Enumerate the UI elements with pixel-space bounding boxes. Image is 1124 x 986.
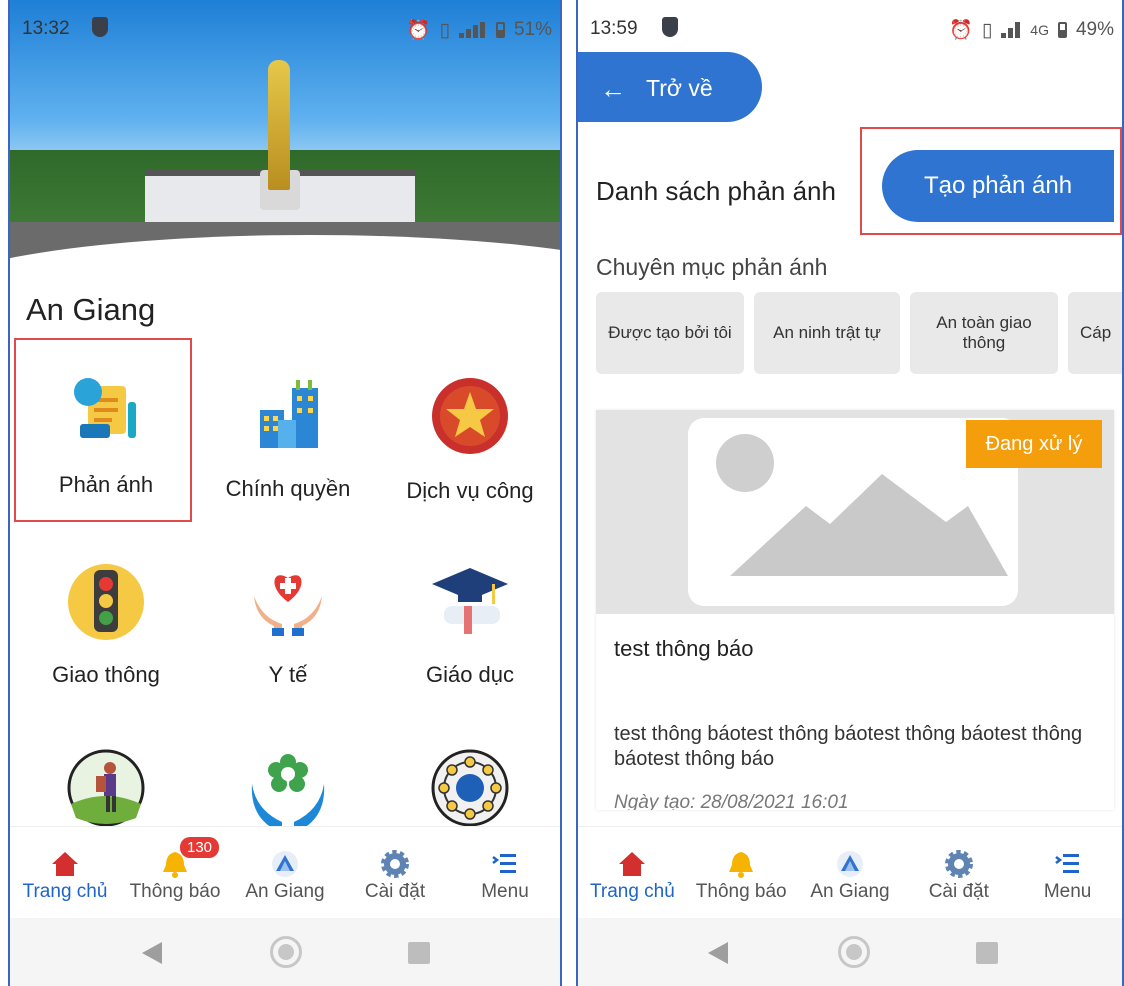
shield-icon	[92, 17, 108, 37]
globe-network-icon	[430, 748, 510, 828]
category-chip-traffic-safety[interactable]: An toàn giao thông	[910, 292, 1058, 374]
bottom-navigation: Trang chủ Thông báo An Giang Cài đặt Men…	[578, 826, 1122, 919]
grid-item-giao-duc[interactable]: Giáo dục	[378, 562, 560, 712]
monument-image	[268, 60, 290, 190]
system-navigation-bar	[10, 918, 560, 986]
nav-item-notifications[interactable]: Thông báo	[687, 827, 796, 919]
grid-item-dich-vu-cong[interactable]: Dịch vụ công	[378, 376, 560, 526]
section-title: An Giang	[26, 292, 156, 327]
system-recents-icon[interactable]	[976, 942, 998, 964]
gear-icon	[944, 849, 974, 879]
vibrate-icon: ▯	[439, 19, 450, 41]
signal-icon	[458, 22, 487, 38]
report-date: Ngày tạo: 28/08/2021 16:01	[614, 792, 849, 810]
phone-screen-report-list: 13:59 ⏰ ▯ 4G 49% ← Trở về Danh sách phản…	[576, 0, 1124, 986]
nav-item-settings[interactable]: Cài đặt	[904, 827, 1013, 919]
nav-label: Trang chủ	[22, 881, 108, 902]
back-button[interactable]: ← Trở về	[578, 52, 762, 122]
battery-percent: 49%	[1075, 19, 1114, 40]
vibrate-icon: ▯	[981, 19, 993, 41]
nav-label: Cài đặt	[928, 881, 989, 902]
grid-item-label: Y tế	[268, 662, 308, 687]
gear-icon	[380, 849, 410, 879]
nav-label: Menu	[1043, 881, 1092, 902]
battery-icon	[1057, 22, 1067, 38]
nav-label: Menu	[481, 881, 529, 902]
grid-item-label: Giáo dục	[425, 662, 515, 687]
grid-item-label: Giao thông	[52, 662, 160, 687]
signal-icon	[1001, 22, 1021, 38]
grid-item-giao-thong[interactable]: Giao thông	[14, 562, 198, 712]
system-back-icon[interactable]	[708, 942, 728, 964]
an-giang-logo-icon	[270, 849, 300, 879]
notification-badge: 130	[180, 837, 220, 858]
nav-item-settings[interactable]: Cài đặt	[340, 827, 450, 919]
nav-item-notifications[interactable]: 130 Thông báo	[120, 827, 230, 919]
category-chip-created-by-me[interactable]: Được tạo bởi tôi	[596, 292, 744, 374]
highlight-box-create-report	[860, 127, 1122, 235]
report-description: test thông báotest thông báotest thông b…	[614, 723, 1083, 770]
status-time: 13:59	[590, 18, 638, 39]
nav-item-home[interactable]: Trang chủ	[10, 827, 120, 919]
nav-label: An Giang	[810, 881, 890, 902]
status-bar: 13:32 ⏰ ▯ 51%	[10, 0, 560, 58]
grid-item-label: Chính quyền	[225, 476, 351, 501]
an-giang-logo-icon	[835, 849, 865, 879]
alarm-icon: ⏰	[406, 20, 431, 41]
system-back-icon[interactable]	[142, 942, 162, 964]
report-title: test thông báo	[614, 636, 754, 661]
arrow-left-icon: ←	[600, 74, 626, 104]
nav-label: An Giang	[245, 881, 325, 902]
nav-item-an-giang[interactable]: An Giang	[230, 827, 340, 919]
status-time: 13:32	[22, 18, 70, 39]
system-recents-icon[interactable]	[408, 942, 430, 964]
nav-item-menu[interactable]: Menu	[1013, 827, 1122, 919]
battery-icon	[495, 22, 505, 38]
tourism-hiker-icon	[66, 748, 146, 828]
page-title: Danh sách phản ánh	[596, 176, 836, 206]
bottom-navigation: Trang chủ 130 Thông báo An Giang Cài đặt…	[10, 826, 560, 919]
bell-icon	[726, 849, 756, 879]
category-chip-security[interactable]: An ninh trật tự	[754, 292, 900, 374]
shield-icon	[662, 17, 678, 37]
status-badge: Đang xử lý	[966, 420, 1102, 468]
report-image-placeholder: Đang xử lý	[596, 410, 1114, 614]
healthcare-heart-hands-icon	[248, 562, 328, 642]
phone-screen-home: 13:32 ⏰ ▯ 51% An Giang Phản ánh Chính qu…	[8, 0, 562, 986]
nav-label: Cài đặt	[364, 881, 426, 902]
back-button-label: Trở về	[646, 75, 713, 101]
nav-item-an-giang[interactable]: An Giang	[796, 827, 905, 919]
battery-percent: 51%	[513, 19, 552, 40]
graduation-cap-icon	[430, 562, 510, 642]
highlight-box-phan-anh	[14, 338, 192, 522]
traffic-light-icon	[66, 562, 146, 642]
menu-icon	[1053, 849, 1083, 879]
category-chip-more[interactable]: Cáp	[1068, 292, 1122, 374]
grid-item-y-te[interactable]: Y tế	[196, 562, 380, 712]
home-icon	[50, 849, 80, 879]
nav-label: Trang chủ	[589, 881, 675, 902]
nav-label: Thông báo	[695, 881, 787, 902]
system-home-icon[interactable]	[838, 936, 870, 968]
social-care-hands-icon	[248, 748, 328, 828]
category-section-title: Chuyên mục phản ánh	[596, 254, 828, 280]
government-buildings-icon	[248, 374, 328, 454]
menu-icon	[490, 849, 520, 879]
grid-item-label: Dịch vụ công	[406, 478, 534, 503]
report-card[interactable]: Đang xử lý test thông báo test thông báo…	[596, 410, 1114, 810]
home-icon	[617, 849, 647, 879]
nav-item-menu[interactable]: Menu	[450, 827, 560, 919]
alarm-icon: ⏰	[949, 20, 973, 41]
nav-item-home[interactable]: Trang chủ	[578, 827, 687, 919]
network-type: 4G	[1030, 22, 1049, 38]
system-navigation-bar	[578, 918, 1122, 986]
system-home-icon[interactable]	[270, 936, 302, 968]
status-bar: 13:59 ⏰ ▯ 4G 49%	[578, 0, 1122, 58]
grid-item-chinh-quyen[interactable]: Chính quyền	[196, 374, 380, 524]
nav-label: Thông báo	[129, 881, 221, 902]
public-service-star-icon	[430, 376, 510, 456]
